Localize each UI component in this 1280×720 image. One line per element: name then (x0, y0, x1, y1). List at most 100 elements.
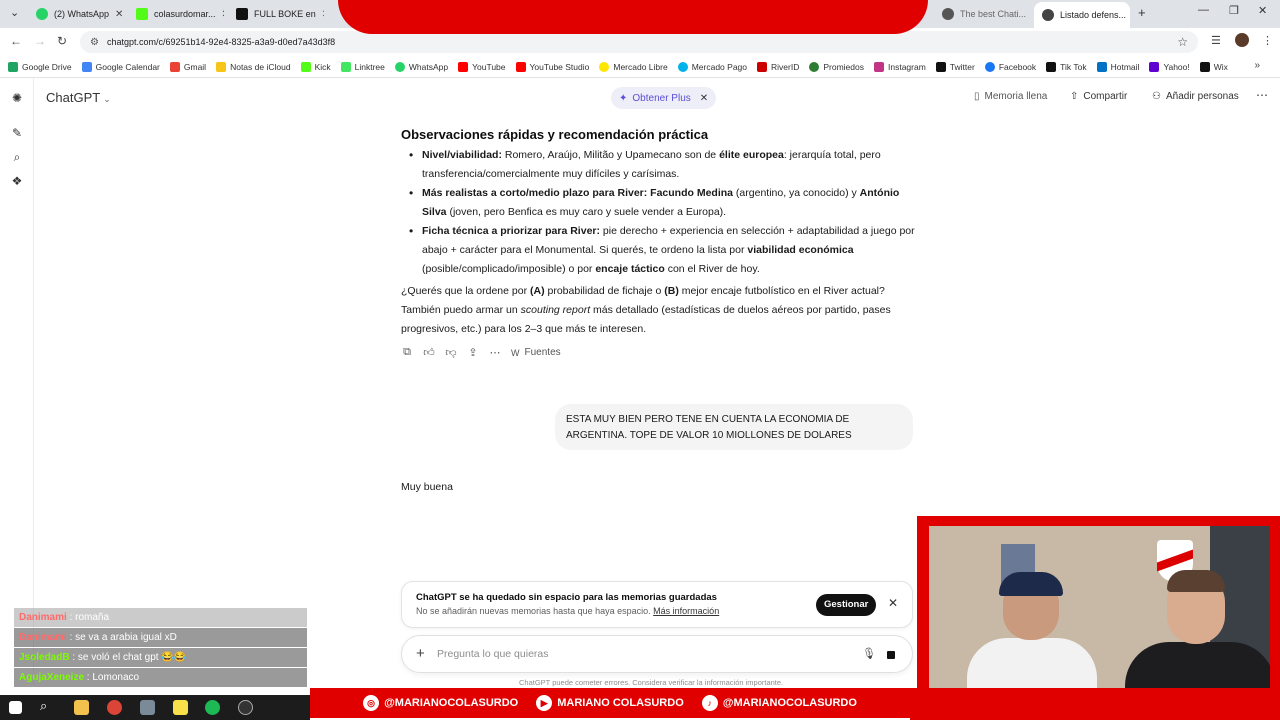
bookmark[interactable]: Kick (300, 61, 331, 72)
file-explorer-icon[interactable] (74, 700, 89, 715)
wix-icon (1199, 61, 1210, 72)
bookmark[interactable]: Wix (1199, 61, 1228, 72)
stream-top-overlay (338, 0, 928, 34)
profile-avatar[interactable] (1235, 33, 1249, 47)
stop-button[interactable] (883, 647, 899, 663)
memory-full-indicator[interactable]: ▯ Memoria llena (974, 91, 1047, 102)
banner-subtitle: No se añadirán nuevas memorias hasta que… (416, 606, 720, 616)
obs-icon[interactable] (238, 700, 253, 715)
url-text: chatgpt.com/c/69251b14-92e4-8325-a3a9-d0… (106, 37, 336, 47)
bookmark[interactable]: Hotmail (1096, 61, 1139, 72)
bookmark[interactable]: Instagram (874, 61, 926, 72)
tiktok-icon (1046, 61, 1057, 72)
chat-message: JsoledadB : se voló el chat gpt 😂😂 (14, 648, 307, 667)
share-button[interactable]: ⇧ Compartir (1070, 91, 1127, 102)
add-people-button[interactable]: ⚇ Añadir personas (1152, 91, 1239, 102)
bookmark[interactable]: Gmail (169, 61, 206, 72)
calculator-icon[interactable] (140, 700, 155, 715)
bookmark[interactable]: WhatsApp (394, 61, 448, 72)
microphone-icon[interactable]: 🎙︎ (862, 647, 876, 660)
promiedos-icon (809, 61, 820, 72)
browser-menu-icon[interactable]: ⋮ (1262, 34, 1273, 47)
more-info-link[interactable]: Más información (653, 606, 719, 616)
sticky-notes-icon[interactable] (173, 700, 188, 715)
bookmark[interactable]: Mercado Libre (599, 61, 668, 72)
browser-tab[interactable]: colasurdomar... ✕ (128, 3, 224, 25)
sources-button[interactable]: W Fuentes (511, 347, 561, 358)
list-item: Más realistas a corto/medio plazo para R… (407, 184, 917, 222)
prompt-input[interactable]: Pregunta lo que quieras (437, 648, 549, 660)
bookmark[interactable]: YouTube Studio (515, 61, 589, 72)
search-icon[interactable]: ⌕ (40, 698, 55, 713)
streamer-right (1125, 564, 1270, 706)
share-icon[interactable]: ⇪ (467, 346, 479, 359)
windows-start-icon[interactable] (9, 701, 22, 714)
bookmark[interactable]: Google Drive (8, 61, 72, 72)
close-tab-icon[interactable]: ✕ (115, 9, 123, 20)
browser-tab[interactable]: The best Chati... ✕ (934, 3, 1032, 25)
back-icon[interactable]: ← (10, 34, 22, 48)
tiktok-handle: ♪ @MARIANOCOLASURDO (701, 695, 857, 711)
list-item: Nivel/viabilidad: Romero, Araújo, Militã… (407, 146, 917, 184)
facebook-icon (984, 61, 995, 72)
bookmark[interactable]: Linktree (340, 61, 385, 72)
restore-icon[interactable]: ❐ (1229, 4, 1239, 17)
bookmark[interactable]: Google Calendar (81, 61, 160, 72)
browser-tab-active[interactable]: Listado defens... ✕ (1034, 2, 1130, 28)
tab-favicon-icon (942, 8, 954, 20)
bookmark[interactable]: Notas de iCloud (216, 61, 291, 72)
banner-title: ChatGPT se ha quedado sin espacio para l… (416, 592, 717, 603)
bookmark[interactable]: Mercado Pago (677, 61, 747, 72)
bookmark[interactable]: RiverID (757, 61, 799, 72)
plus-icon[interactable]: + (416, 645, 425, 662)
more-options-icon[interactable]: ⋯ (1256, 88, 1268, 102)
new-tab-icon[interactable]: + (1138, 5, 1146, 20)
manage-button[interactable]: Gestionar (816, 594, 877, 616)
new-chat-icon[interactable]: ✎ (10, 126, 24, 140)
social-handles-bar: ◎ @MARIANOCOLASURDO ▶ MARIANO COLASURDO ♪ @… (310, 688, 910, 718)
bookmark[interactable]: Tik Tok (1046, 61, 1087, 72)
close-icon[interactable]: ✕ (700, 93, 708, 104)
google-drive-icon (8, 61, 18, 72)
thumbs-up-icon[interactable]: 👍︎ (423, 346, 435, 359)
thumbs-down-icon[interactable]: 👎︎ (445, 346, 457, 359)
search-icon[interactable]: ⌕ (10, 150, 24, 164)
chevron-down-icon: ⌄ (103, 94, 111, 104)
library-icon[interactable]: ❖ (10, 174, 24, 188)
close-tab-icon[interactable]: ✕ (222, 9, 224, 20)
bookmarks-bar: Google Drive Google Calendar Gmail Notas… (0, 56, 1280, 78)
reload-icon[interactable]: ↻ (57, 34, 67, 48)
stream-chat-overlay: Danimami : romaña Danimami : se va a ara… (14, 608, 307, 688)
reading-list-icon[interactable]: ☰ (1211, 34, 1221, 47)
tab-favicon-icon (136, 8, 148, 20)
url-bar[interactable]: ⚙ chatgpt.com/c/69251b14-92e4-8325-a3a9-… (80, 31, 1198, 53)
bookmark-star-icon[interactable]: ☆ (1177, 35, 1188, 49)
forward-icon[interactable]: → (34, 34, 46, 48)
memory-icon: ▯ (974, 91, 980, 102)
bookmark[interactable]: YouTube (458, 61, 506, 72)
chat-message: Danimami : se va a arabia igual xD (14, 628, 307, 647)
message-heading: Observaciones rápidas y recomendación pr… (401, 127, 709, 142)
close-window-icon[interactable]: ✕ (1258, 4, 1267, 17)
bookmark[interactable]: Facebook (984, 61, 1036, 72)
tab-search-icon[interactable]: ⌄ (10, 6, 19, 19)
close-tab-icon[interactable]: ✕ (322, 9, 324, 20)
model-selector[interactable]: ChatGPT ⌄ (46, 90, 111, 105)
tab-favicon-icon (1042, 9, 1054, 21)
bookmark[interactable]: Yahoo! (1149, 61, 1190, 72)
spotify-icon[interactable] (205, 700, 220, 715)
bookmark[interactable]: Promiedos (809, 61, 864, 72)
site-info-icon[interactable]: ⚙ (90, 37, 99, 48)
more-icon[interactable]: ⋯ (489, 346, 501, 359)
browser-tab[interactable]: (2) WhatsApp ✕ (28, 3, 124, 25)
copy-icon[interactable]: ⧉ (401, 346, 413, 359)
openai-logo-icon[interactable]: ✺ (10, 91, 24, 105)
more-bookmarks-icon[interactable]: » (1254, 60, 1260, 71)
whatsapp-icon (394, 61, 405, 72)
browser-tab[interactable]: FULL BOKE en ✕ (228, 3, 324, 25)
minimize-icon[interactable]: — (1198, 4, 1209, 16)
bookmark[interactable]: Twitter (935, 61, 975, 72)
close-icon[interactable]: ✕ (888, 596, 898, 610)
chrome-icon[interactable] (107, 700, 122, 715)
get-plus-button[interactable]: ✦ Obtener Plus ✕ (611, 87, 717, 109)
